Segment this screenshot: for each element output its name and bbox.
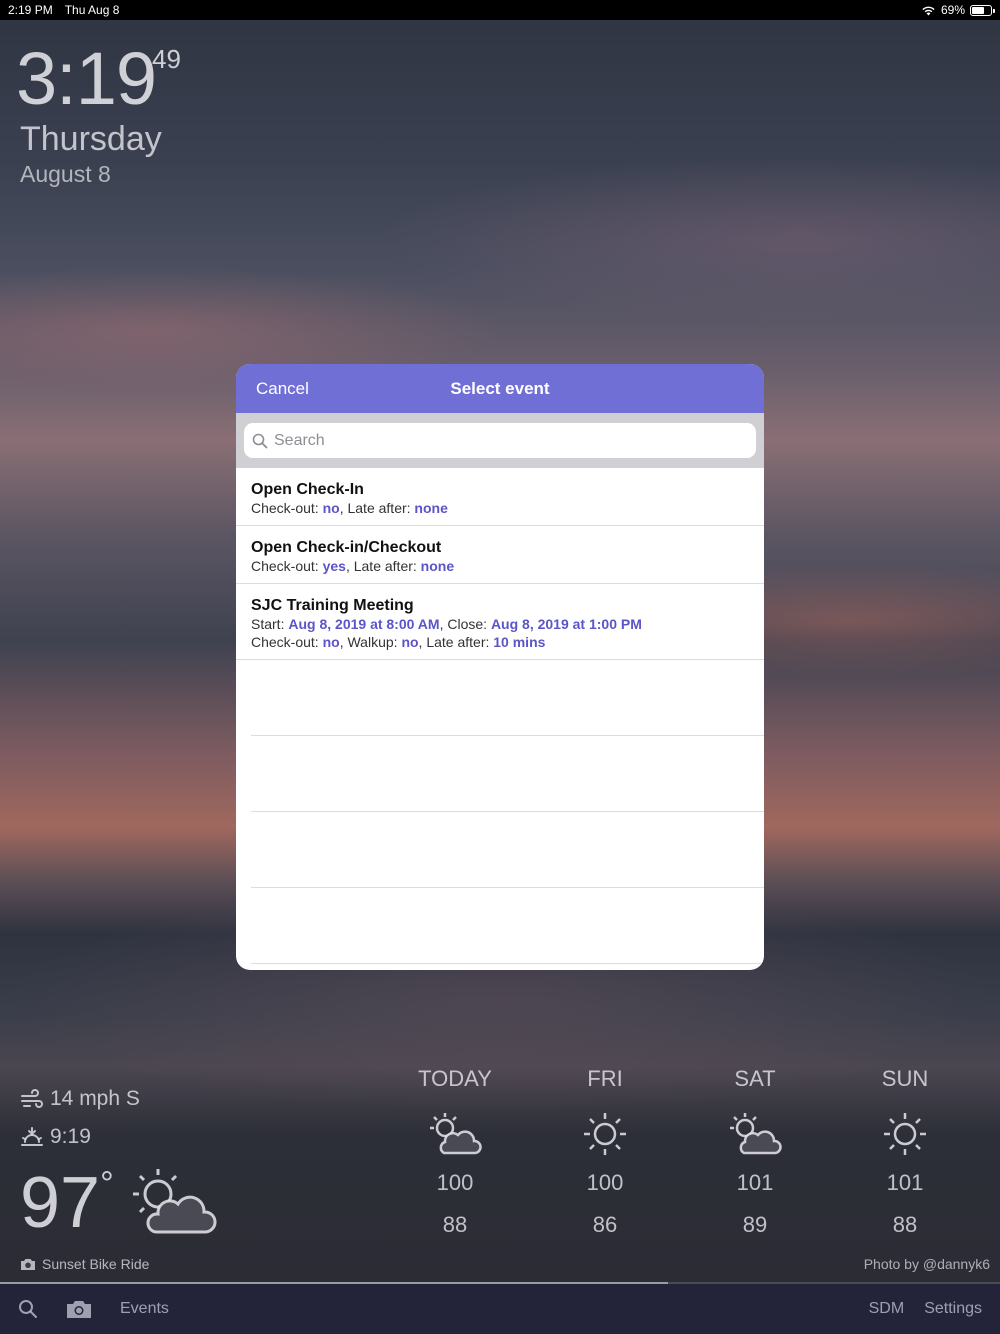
battery-percent: 69% [940, 3, 965, 17]
close-value: Aug 8, 2019 at 1:00 PM [490, 616, 642, 632]
clock-time: 3:19 [16, 37, 157, 120]
forecast-day: SAT 101 89 [680, 1066, 830, 1238]
empty-row [251, 888, 764, 964]
checkout-label: Check-out: [251, 558, 319, 574]
sun-cloud-icon [730, 1113, 782, 1155]
search-icon [252, 433, 268, 448]
sunset-time: 9:19 [50, 1125, 91, 1148]
event-list: Open Check-In Check-out: no, Late after:… [236, 468, 764, 964]
late-label: Late after: [347, 500, 411, 516]
forecast-low: 88 [442, 1212, 468, 1237]
event-name: SJC Training Meeting [251, 597, 414, 614]
date-label: August 8 [20, 161, 111, 187]
select-event-modal: Cancel Select event Open Check-In Check-… [236, 364, 764, 970]
photo-credit: Photo by @dannyk6 [863, 1256, 990, 1272]
clock: 3:19 49 [16, 36, 181, 121]
checkout-value: yes [322, 558, 346, 574]
late-label: Late after: [426, 634, 490, 650]
forecast-day-name: SAT [734, 1066, 776, 1091]
camera-icon [67, 1301, 91, 1318]
status-date: Thu Aug 8 [64, 3, 120, 17]
search-button[interactable] [18, 1299, 38, 1319]
events-button[interactable]: Events [120, 1300, 169, 1318]
start-value: Aug 8, 2019 at 8:00 AM [288, 616, 440, 632]
bottom-toolbar: Events SDM Settings [0, 1284, 1000, 1334]
search-bar [236, 413, 764, 468]
camera-icon [21, 1258, 35, 1270]
battery-level [972, 6, 985, 14]
forecast: TODAY 100 88 FRI 100 86 SAT 101 89 SUN 1… [380, 1066, 980, 1238]
sunset-readout: 9:19 [20, 1125, 91, 1149]
modal-header: Cancel Select event [236, 364, 764, 413]
cancel-button[interactable]: Cancel [256, 379, 309, 399]
forecast-high: 100 [586, 1170, 624, 1195]
status-time: 2:19 PM [8, 3, 53, 17]
sunset-icon [21, 1127, 43, 1146]
forecast-high: 100 [436, 1170, 474, 1195]
event-item-open-check-in[interactable]: Open Check-In Check-out: no, Late after:… [236, 468, 764, 526]
forecast-day: TODAY 100 88 [380, 1066, 530, 1238]
search-input[interactable] [274, 431, 756, 450]
empty-row [251, 660, 764, 736]
clock-seconds: 49 [152, 44, 181, 74]
checkout-label: Check-out: [251, 500, 319, 516]
current-temperature: 97° [20, 1162, 114, 1244]
sun-icon [884, 1113, 926, 1155]
forecast-high: 101 [886, 1170, 924, 1195]
photo-caption-text: Sunset Bike Ride [42, 1256, 150, 1272]
forecast-day: SUN 101 88 [830, 1066, 980, 1238]
weekday-label: Thursday [20, 120, 162, 158]
checkout-value: no [322, 634, 340, 650]
event-details: Check-out: no, Late after: none [251, 500, 448, 516]
sdm-button[interactable]: SDM [869, 1300, 905, 1318]
temperature-value: 97 [20, 1163, 101, 1243]
settings-button[interactable]: Settings [924, 1300, 982, 1318]
event-item-open-check-in-checkout[interactable]: Open Check-in/Checkout Check-out: yes, L… [236, 526, 764, 584]
forecast-day-name: TODAY [418, 1066, 492, 1091]
empty-row [251, 812, 764, 888]
start-label: Start: [251, 616, 285, 632]
status-bar: 2:19 PM Thu Aug 8 69% [0, 0, 1000, 20]
wifi-icon [922, 6, 935, 15]
walkup-value: no [401, 634, 419, 650]
sun-icon [584, 1113, 626, 1155]
event-schedule: Start: Aug 8, 2019 at 8:00 AM, Close: Au… [251, 616, 642, 632]
modal-title: Select event [450, 378, 550, 398]
event-name: Open Check-in/Checkout [251, 539, 442, 556]
checkout-label: Check-out: [251, 634, 319, 650]
late-value: 10 mins [493, 634, 546, 650]
camera-button[interactable] [66, 1299, 92, 1319]
walkup-label: Walkup: [347, 634, 398, 650]
close-label: Close: [447, 616, 488, 632]
wind-icon [21, 1089, 43, 1108]
search-box[interactable] [244, 423, 756, 458]
forecast-low: 88 [892, 1212, 918, 1237]
event-details: Check-out: no, Walkup: no, Late after: 1… [251, 634, 546, 650]
degree-symbol: ° [100, 1165, 114, 1203]
wind-value: 14 mph S [50, 1087, 140, 1110]
event-details: Check-out: yes, Late after: none [251, 558, 455, 574]
search-icon [19, 1300, 37, 1318]
forecast-high: 101 [736, 1170, 774, 1195]
event-item-sjc-training-meeting[interactable]: SJC Training Meeting Start: Aug 8, 2019 … [236, 584, 764, 660]
photo-caption: Sunset Bike Ride [20, 1256, 149, 1272]
checkout-value: no [322, 500, 340, 516]
event-name: Open Check-In [251, 481, 364, 498]
forecast-day-name: SUN [881, 1066, 929, 1091]
battery-icon [970, 4, 995, 16]
wind-readout: 14 mph S [20, 1087, 140, 1111]
late-label: Late after: [353, 558, 417, 574]
sun-cloud-icon [430, 1113, 482, 1155]
sun-cloud-icon [133, 1169, 217, 1234]
forecast-low: 89 [742, 1212, 768, 1237]
late-value: none [414, 500, 448, 516]
forecast-low: 86 [592, 1212, 618, 1237]
empty-row [251, 736, 764, 812]
forecast-day: FRI 100 86 [530, 1066, 680, 1238]
late-value: none [420, 558, 455, 574]
forecast-day-name: FRI [587, 1066, 623, 1091]
